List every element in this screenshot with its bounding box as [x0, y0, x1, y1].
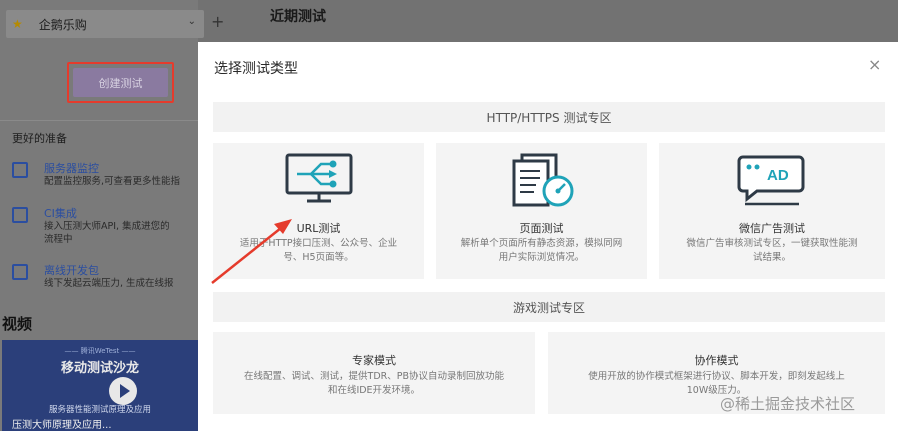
create-button-highlight: 创建测试 [67, 62, 174, 103]
card-desc: 在线配置、调试、测试，提供TDR、PB协议自动录制回放功能 和在线IDE开发环境。 [213, 370, 535, 398]
play-icon[interactable] [109, 377, 137, 405]
project-selector[interactable]: ★ 企鹅乐购 ⌄ [6, 10, 204, 38]
game-zone-header: 游戏测试专区 [213, 292, 885, 322]
tool-offline-package[interactable]: 离线开发包 线下发起云端压力, 生成在线报 [12, 262, 202, 302]
card-title: 微信广告测试 [739, 222, 805, 235]
card-desc-line: 和在线IDE开发环境。 [327, 385, 421, 396]
card-desc-line: 在线配置、调试、测试，提供TDR、PB协议自动录制回放功能 [244, 371, 504, 382]
card-title: 专家模式 [352, 354, 396, 367]
tool-desc: 接入压测大师API, 集成进您的 流程中 [44, 220, 212, 246]
monitor-icon [285, 153, 353, 203]
card-title: 页面测试 [519, 222, 564, 235]
select-test-type-modal: 选择测试类型 × HTTP/HTTPS 测试专区 URL测试 适用于HTTP接口… [198, 42, 898, 431]
card-desc-line: 使用开放的协作模式框架进行协议、脚本开发，即刻发起线上 [588, 371, 845, 382]
ci-icon [12, 207, 28, 223]
download-icon [12, 264, 28, 280]
page-test-card[interactable]: 页面测试 解析单个页面所有静态资源，模拟同网 用户实际浏览情况。 [436, 143, 647, 279]
chevron-down-icon: ⌄ [187, 16, 196, 27]
tool-desc-line: 接入压测大师API, 集成进您的 [44, 221, 170, 232]
document-gauge-icon [512, 153, 574, 207]
create-test-button[interactable]: 创建测试 [73, 68, 168, 97]
tool-title[interactable]: CI集成 [44, 205, 77, 221]
card-desc: 微信广告审核测试专区，一键获取性能测 试结果。 [659, 237, 885, 265]
tool-desc: 线下发起云端压力, 生成在线报 [44, 278, 174, 289]
tool-title[interactable]: 服务器监控 [44, 160, 99, 176]
video-bottom-text: 压测大师原理及应用... [12, 420, 112, 431]
card-desc-line: 微信广告审核测试专区，一键获取性能测 [686, 238, 858, 249]
card-desc-line: 适用于HTTP接口压测、公众号、企业 [239, 238, 398, 249]
url-test-card[interactable]: URL测试 适用于HTTP接口压测、公众号、企业 号、H5页面等。 [213, 143, 424, 279]
prep-section-title: 更好的准备 [12, 132, 67, 145]
expert-mode-card[interactable]: 专家模式 在线配置、调试、测试，提供TDR、PB协议自动录制回放功能 和在线IDE… [213, 332, 535, 414]
card-desc-line: 号、H5页面等。 [283, 252, 354, 263]
video-thumbnail[interactable]: —— 腾讯WeTest —— 移动测试沙龙 服务器性能测试原理及应用 压测大师原… [2, 340, 198, 431]
video-title: 移动测试沙龙 [60, 361, 139, 376]
card-desc: 适用于HTTP接口压测、公众号、企业 号、H5页面等。 [213, 237, 424, 265]
modal-title: 选择测试类型 [214, 61, 298, 77]
server-monitor-icon [12, 162, 28, 178]
tool-desc: 配置监控服务,可查看更多性能指 [44, 176, 181, 187]
card-desc-line: 试结果。 [752, 252, 791, 263]
tool-server-monitor[interactable]: 服务器监控 配置监控服务,可查看更多性能指 [12, 160, 202, 200]
watermark: @稀土掘金技术社区 [720, 395, 856, 413]
ad-icon-text: AD [767, 167, 789, 184]
http-zone-header: HTTP/HTTPS 测试专区 [213, 102, 885, 132]
project-name: 企鹅乐购 [38, 17, 87, 32]
sidebar-divider [0, 120, 198, 121]
close-icon[interactable]: × [868, 55, 881, 74]
tool-title[interactable]: 离线开发包 [44, 262, 99, 278]
card-desc-line: 用户实际浏览情况。 [498, 252, 585, 263]
star-icon: ★ [12, 17, 23, 31]
add-project-button[interactable]: + [211, 12, 224, 31]
video-caption: 服务器性能测试原理及应用 [48, 405, 151, 415]
card-title: 协作模式 [694, 354, 739, 367]
video-top-caption: —— 腾讯WeTest —— [64, 347, 136, 355]
ad-chat-icon: AD [737, 155, 805, 206]
recent-tests-title: 近期测试 [270, 9, 326, 25]
tool-desc-line: 流程中 [44, 234, 73, 245]
wechat-ad-test-card[interactable]: AD 微信广告测试 微信广告审核测试专区，一键获取性能测 试结果。 [659, 143, 885, 279]
video-section-title: 视频 [2, 315, 33, 333]
card-desc: 解析单个页面所有静态资源，模拟同网 用户实际浏览情况。 [436, 237, 647, 265]
card-desc-line: 解析单个页面所有静态资源，模拟同网 [460, 238, 623, 249]
card-title: URL测试 [296, 222, 341, 235]
tool-ci-integration[interactable]: CI集成 接入压测大师API, 集成进您的 流程中 [12, 205, 202, 245]
